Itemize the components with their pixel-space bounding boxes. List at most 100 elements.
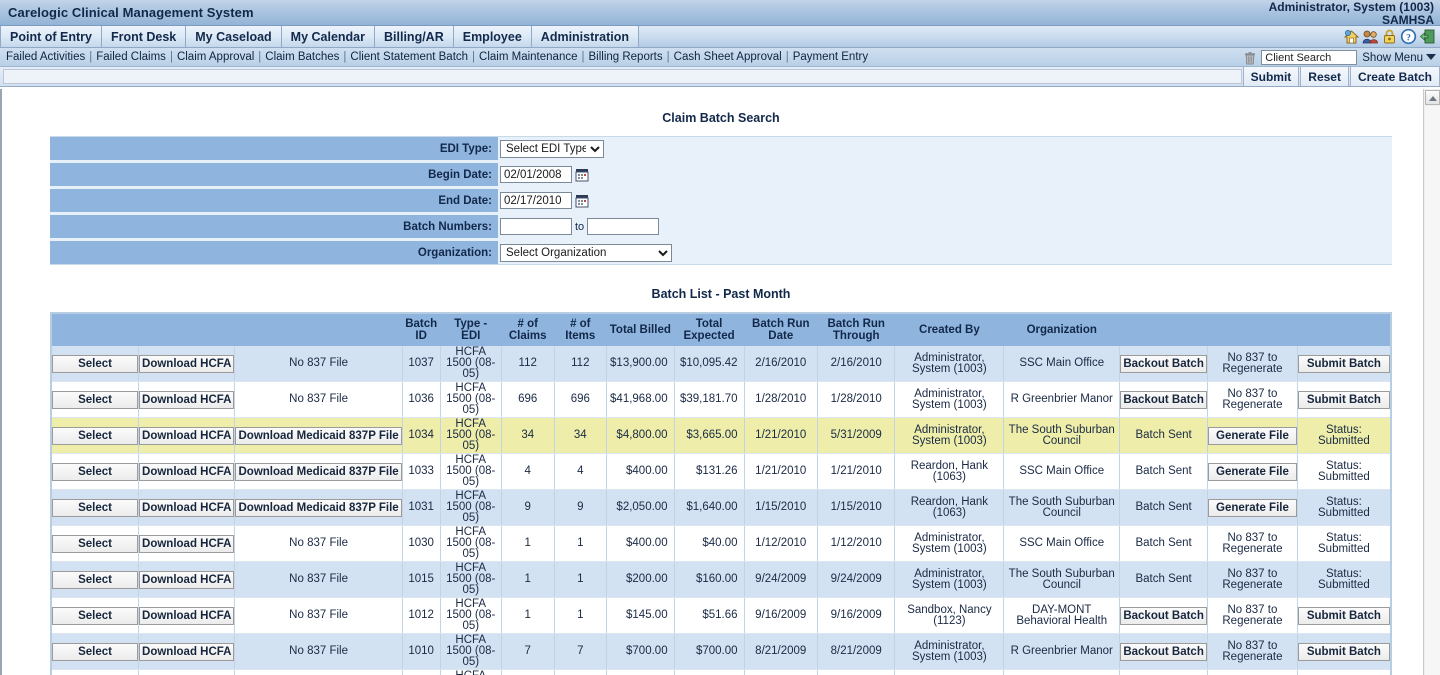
edi-file-text: No 837 File	[289, 573, 348, 585]
scroll-up-arrow-icon[interactable]	[1425, 90, 1440, 105]
select-button[interactable]: Select	[52, 426, 139, 445]
select-button[interactable]: Select	[52, 498, 139, 517]
batch-action-primary-cell: Backout Batch	[1119, 597, 1208, 634]
batch-id-cell: 1010	[401, 633, 441, 670]
show-menu-toggle[interactable]: Show Menu	[1362, 52, 1436, 64]
batch-action-primary-button[interactable]: Backout Batch	[1120, 390, 1208, 409]
subnav-item-failed-claims[interactable]: Failed Claims	[96, 51, 166, 63]
select-cell: Select	[52, 561, 139, 598]
batch-action-status-cell: Status: Submitted	[1296, 417, 1390, 454]
select-button[interactable]: Select	[52, 390, 139, 409]
total-billed-cell: $400.00	[606, 453, 675, 490]
col-batch-run-through: Batch Run Through	[817, 314, 895, 346]
table-row: Select Download HCFA Download Medicaid 837…	[52, 453, 1390, 490]
submit-button[interactable]: Submit	[1242, 67, 1300, 86]
begin-date-input[interactable]	[500, 166, 572, 183]
download-hcfa-button[interactable]: Download HCFA	[139, 390, 235, 409]
subnav-item-failed-activities[interactable]: Failed Activities	[6, 51, 85, 63]
edi-type-select[interactable]: Select EDI Type	[500, 139, 604, 158]
subnav-item-cash-sheet-approval[interactable]: Cash Sheet Approval	[674, 51, 782, 63]
select-button[interactable]: Select	[52, 354, 139, 373]
subnav-item-client-statement-batch[interactable]: Client Statement Batch	[350, 51, 468, 63]
batch-run-through-cell: 5/31/2009	[817, 417, 895, 454]
subnav-item-payment-entry[interactable]: Payment Entry	[793, 51, 868, 63]
users-icon[interactable]	[1362, 28, 1379, 45]
select-button[interactable]: Select	[52, 534, 139, 553]
batch-id-text: 1010	[408, 645, 434, 657]
lock-icon[interactable]	[1381, 28, 1398, 45]
download-hcfa-button[interactable]: Download HCFA	[139, 570, 235, 589]
batch-action-file-button[interactable]: Generate File	[1208, 498, 1297, 517]
download-hcfa-button[interactable]: Download HCFA	[139, 426, 235, 445]
reset-button[interactable]: Reset	[1300, 67, 1349, 86]
download-hcfa-button[interactable]: Download HCFA	[139, 534, 235, 553]
end-date-input[interactable]	[500, 192, 572, 209]
batch-action-primary-button[interactable]: Backout Batch	[1120, 354, 1208, 373]
tab-point-of-entry[interactable]: Point of Entry	[0, 26, 102, 47]
select-button[interactable]: Select	[52, 570, 139, 589]
scrollbar-track[interactable]	[1425, 106, 1440, 675]
select-button[interactable]: Select	[52, 642, 139, 661]
tab-employee[interactable]: Employee	[453, 26, 532, 47]
total-billed-cell: $700.00	[606, 633, 675, 670]
table-row: Select Download HCFA No 837 File 1036 HCFA 1…	[52, 381, 1390, 418]
batch-number-to-input[interactable]	[587, 218, 660, 235]
title-bar: Carelogic Clinical Management System Adm…	[0, 0, 1440, 27]
vertical-scrollbar[interactable]	[1423, 89, 1440, 675]
tab-my-caseload[interactable]: My Caseload	[186, 26, 282, 47]
header-icon-strip: ?	[1341, 26, 1440, 47]
logout-icon[interactable]	[1419, 28, 1436, 45]
download-hcfa-button[interactable]: Download HCFA	[139, 606, 235, 625]
calendar-icon[interactable]	[575, 168, 589, 182]
tab-front-desk[interactable]: Front Desk	[101, 26, 187, 47]
subnav-item-claim-batches[interactable]: Claim Batches	[265, 51, 339, 63]
subnav-item-claim-maintenance[interactable]: Claim Maintenance	[479, 51, 577, 63]
batch-action-status-button[interactable]: Submit Batch	[1297, 642, 1390, 661]
edi-file-button[interactable]: Download Medicaid 837P File	[235, 498, 402, 517]
calendar-icon[interactable]	[575, 194, 589, 208]
batch-run-through-cell: 9/16/2009	[817, 597, 895, 634]
edi-file-button[interactable]: Download Medicaid 837P File	[235, 462, 402, 481]
batch-action-file-cell: No 837 to Regenerate	[1207, 597, 1298, 634]
subnav-item-claim-approval[interactable]: Claim Approval	[177, 51, 254, 63]
batch-action-file-cell: No 837 to Regenerate	[1207, 633, 1298, 670]
organization-select[interactable]: Select Organization	[500, 243, 672, 262]
tab-billing-ar[interactable]: Billing/AR	[375, 26, 454, 47]
batch-numbers-label: Batch Numbers:	[50, 215, 498, 238]
num-claims-text: 112	[518, 357, 537, 369]
download-hcfa-button[interactable]: Download HCFA	[139, 462, 235, 481]
batch-action-status-button[interactable]: Submit Batch	[1297, 354, 1390, 373]
batch-action-file-button[interactable]: Generate File	[1208, 462, 1297, 481]
batch-action-primary-button[interactable]: Backout Batch	[1120, 606, 1208, 625]
tab-my-calendar[interactable]: My Calendar	[281, 26, 376, 47]
total-expected-text: $131.26	[695, 465, 738, 477]
total-billed-text: $4,800.00	[616, 429, 668, 441]
content-area: Claim Batch Search EDI Type: Select EDI …	[0, 89, 1440, 675]
batch-action-primary-text: Batch Sent	[1135, 465, 1192, 477]
batch-id-cell: 1015	[401, 561, 441, 598]
select-button[interactable]: Select	[52, 462, 139, 481]
batch-list-table: Batch ID Type - EDI # of Claims # of Ite…	[52, 314, 1390, 675]
batch-number-from-input[interactable]	[500, 218, 572, 235]
tab-label: My Calendar	[290, 29, 366, 44]
download-hcfa-button[interactable]: Download HCFA	[139, 642, 235, 661]
batch-action-status-button[interactable]: Submit Batch	[1297, 606, 1390, 625]
download-hcfa-button[interactable]: Download HCFA	[139, 354, 235, 373]
select-button[interactable]: Select	[52, 606, 139, 625]
batch-action-file-button[interactable]: Generate File	[1208, 426, 1297, 445]
help-icon[interactable]: ?	[1400, 28, 1417, 45]
batch-action-primary-button[interactable]: Backout Batch	[1120, 642, 1208, 661]
subnav-item-billing-reports[interactable]: Billing Reports	[588, 51, 662, 63]
batch-run-date-cell: 9/16/2009	[743, 597, 818, 634]
total-billed-cell: $4,800.00	[606, 417, 675, 454]
chevron-down-icon	[1426, 53, 1436, 60]
batch-action-status-button[interactable]: Submit Batch	[1297, 390, 1390, 409]
download-hcfa-button[interactable]: Download HCFA	[139, 498, 235, 517]
tab-administration[interactable]: Administration	[531, 26, 639, 47]
home-icon[interactable]	[1343, 28, 1360, 45]
create-batch-button[interactable]: Create Batch	[1349, 67, 1440, 86]
created-by-text: Administrator, System (1003)	[911, 351, 987, 375]
edi-file-button[interactable]: Download Medicaid 837P File	[235, 426, 402, 445]
client-search-input[interactable]	[1261, 50, 1358, 65]
trash-icon[interactable]	[1244, 51, 1256, 65]
